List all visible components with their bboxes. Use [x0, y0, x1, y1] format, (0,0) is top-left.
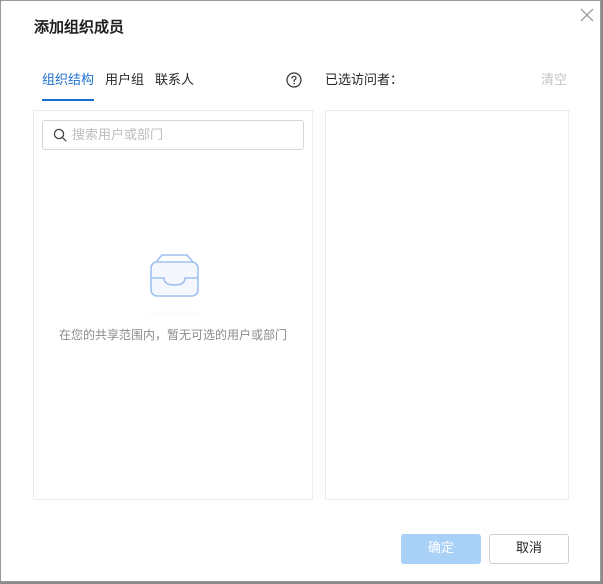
add-members-dialog: 添加组织成员 组织结构 用户组 联系人 已选访问者： 清空 搜索用户或部门 在您… [0, 0, 601, 582]
selected-visitors-title: 已选访问者： [325, 73, 404, 88]
empty-state-text: 在您的共享范围内，暂无可选的用户或部门 [58, 328, 287, 342]
help-button[interactable] [286, 72, 302, 88]
tab-org-structure[interactable]: 组织结构 [42, 71, 95, 101]
question-circle-icon [286, 72, 302, 88]
empty-inbox-icon [126, 254, 222, 315]
confirm-button[interactable]: 确定 [401, 534, 481, 564]
search-input[interactable] [72, 122, 297, 148]
close-button[interactable] [577, 5, 597, 25]
dialog-title: 添加组织成员 [34, 18, 125, 36]
search-box[interactable] [42, 120, 304, 150]
candidate-panel: 在您的共享范围内，暂无可选的用户或部门 [33, 110, 313, 500]
selected-visitors-panel [325, 110, 569, 500]
tab-contacts[interactable]: 联系人 [155, 71, 194, 101]
close-icon [580, 8, 594, 22]
cancel-button[interactable]: 取消 [489, 534, 569, 564]
clear-button[interactable]: 清空 [541, 71, 567, 91]
tab-user-groups[interactable]: 用户组 [105, 71, 144, 101]
member-source-tabs: 组织结构 用户组 联系人 [42, 71, 205, 101]
search-icon [53, 128, 67, 142]
